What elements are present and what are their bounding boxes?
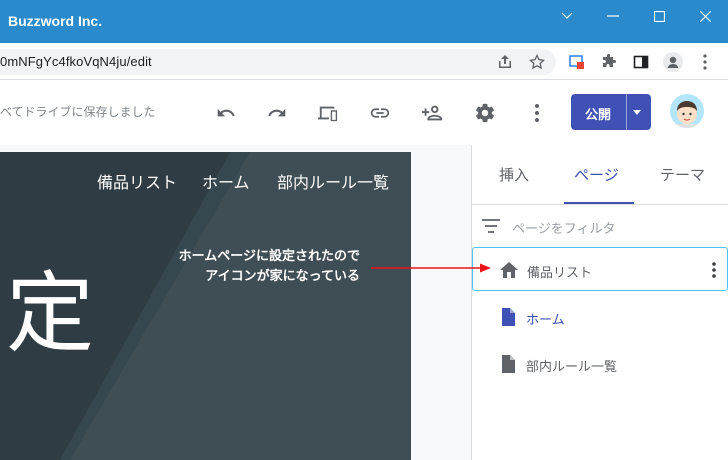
save-status: べてドライブに保存しました <box>0 105 156 119</box>
redo-icon[interactable] <box>265 101 289 125</box>
annotation-line: ホームページに設定されたので <box>178 249 360 264</box>
tab-pages[interactable]: ページ <box>574 164 619 185</box>
publish-separator <box>626 94 627 130</box>
home-icon <box>500 262 518 278</box>
close-button[interactable] <box>682 0 728 32</box>
tab-search-icon[interactable] <box>544 0 590 32</box>
page-item-label: ホーム <box>526 313 565 328</box>
filter-placeholder: ページをフィルタ <box>512 222 616 237</box>
annotation-line: アイコンが家になっている <box>205 269 360 284</box>
filter-icon <box>482 219 500 233</box>
maximize-button[interactable] <box>636 0 682 32</box>
page-filter[interactable]: ページをフィルタ <box>482 215 722 237</box>
profile-icon[interactable] <box>662 51 684 73</box>
more-options-icon[interactable] <box>525 101 549 125</box>
tab-divider <box>472 204 728 205</box>
sites-toolbar: べてドライブに保存しました 公開 <box>0 81 728 145</box>
site-nav-item[interactable]: 部内ルール一覧 <box>277 169 389 193</box>
page-icon <box>502 308 515 326</box>
url-text: 0mNFgYc4fkoVqN4ju/edit <box>0 54 152 69</box>
share-icon[interactable] <box>494 51 516 73</box>
site-nav-item[interactable]: ホーム <box>202 169 250 193</box>
settings-gear-icon[interactable] <box>473 101 497 125</box>
device-preview-icon[interactable] <box>316 101 340 125</box>
extension-screenshot-icon[interactable] <box>566 51 588 73</box>
tab-insert[interactable]: 挿入 <box>499 164 529 185</box>
browser-address-bar: 0mNFgYc4fkoVqN4ju/edit <box>0 43 728 80</box>
page-icon <box>502 355 515 373</box>
page-item-label: 部内ルール一覧 <box>526 360 618 375</box>
link-icon[interactable] <box>368 101 392 125</box>
pages-panel: 挿入 ページ テーマ ページをフィルタ 備品リスト ホーム 部内ルール一覧 <box>471 145 728 460</box>
page-item-equipment-list[interactable]: 備品リスト <box>472 247 728 291</box>
bookmark-star-icon[interactable] <box>526 51 548 73</box>
window-titlebar: Buzzword Inc. <box>0 0 728 43</box>
publish-label: 公開 <box>585 108 612 123</box>
side-panel-icon[interactable] <box>630 51 652 73</box>
window-title: Buzzword Inc. <box>8 13 103 29</box>
undo-icon[interactable] <box>214 101 238 125</box>
annotation-callout: ホームページに設定されたので アイコンが家になっている <box>150 247 360 287</box>
minimize-button[interactable] <box>590 0 636 32</box>
publish-button[interactable]: 公開 <box>571 94 651 130</box>
hero-banner: 備品リスト ホーム 部内ルール一覧 定 <box>0 152 411 460</box>
page-item-more-icon[interactable] <box>712 262 716 278</box>
page-item-label: 備品リスト <box>527 266 593 281</box>
publish-dropdown-icon[interactable] <box>633 110 641 115</box>
extensions-puzzle-icon[interactable] <box>598 51 620 73</box>
page-item-home[interactable]: ホーム <box>472 295 728 339</box>
add-person-icon[interactable] <box>420 101 444 125</box>
url-field[interactable]: 0mNFgYc4fkoVqN4ju/edit <box>0 49 556 75</box>
page-item-rules-list[interactable]: 部内ルール一覧 <box>472 342 728 386</box>
browser-menu-icon[interactable] <box>694 51 716 73</box>
tab-themes[interactable]: テーマ <box>660 164 705 185</box>
site-nav-item[interactable]: 備品リスト <box>97 169 177 193</box>
account-avatar[interactable] <box>670 94 704 128</box>
hero-title-fragment: 定 <box>6 262 95 365</box>
